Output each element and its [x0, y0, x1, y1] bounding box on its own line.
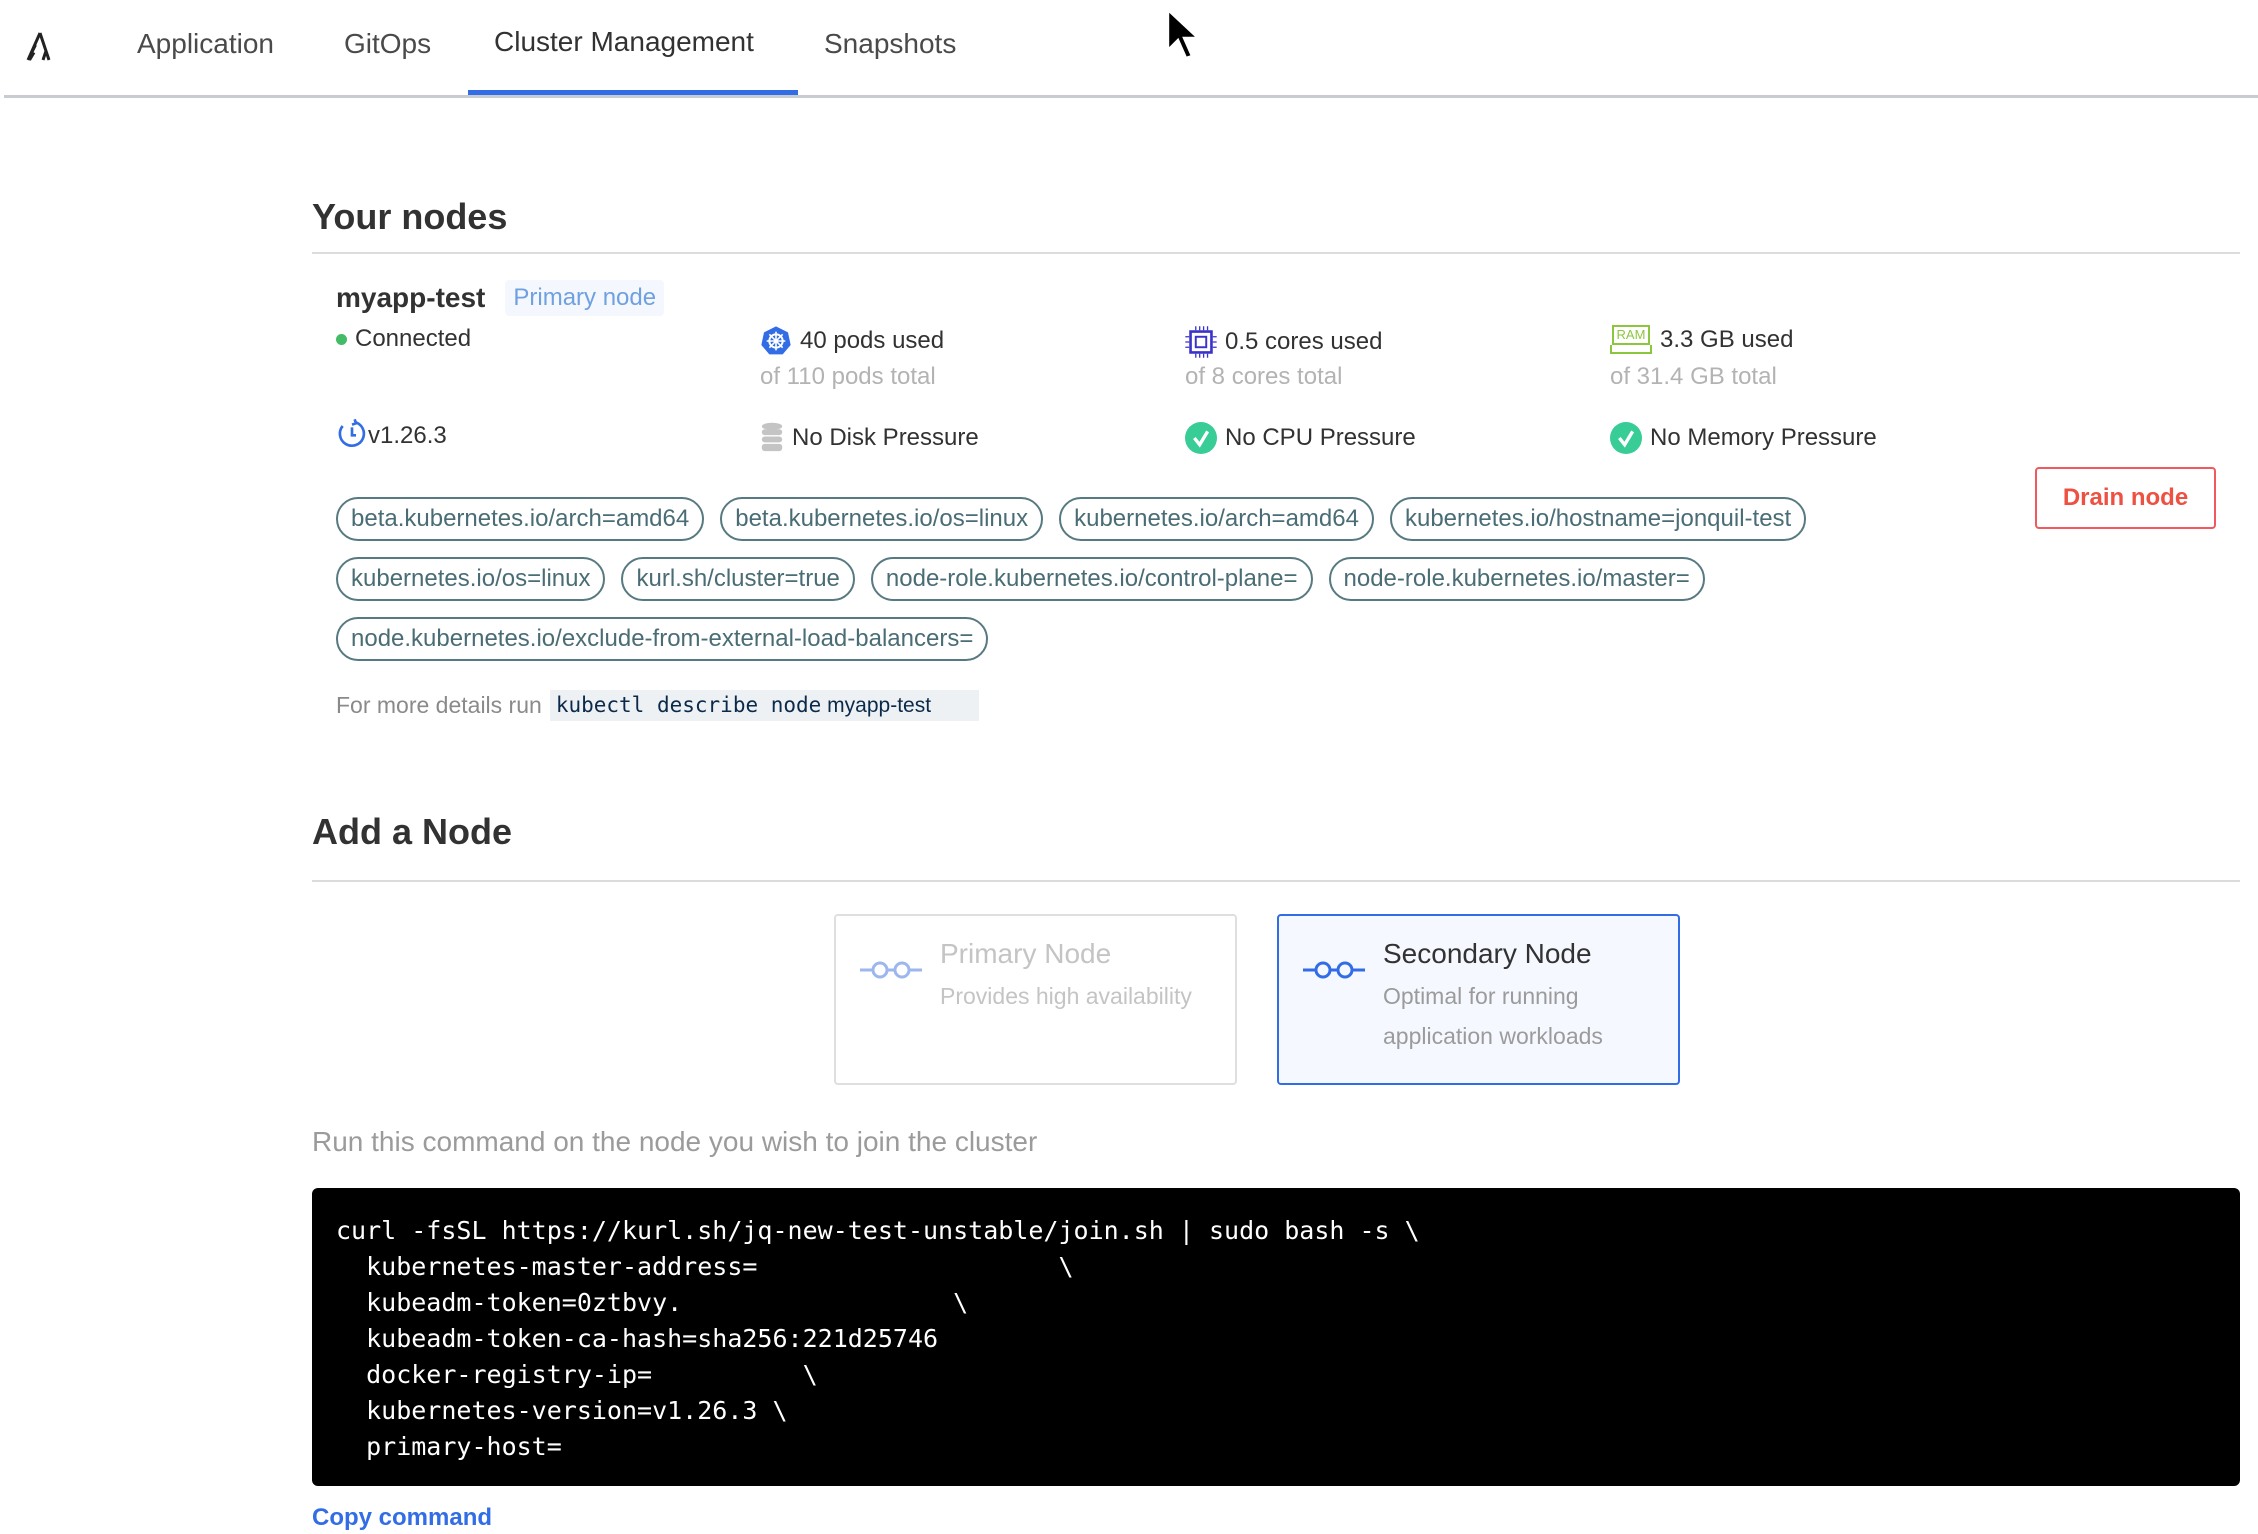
drain-node-button[interactable]: Drain node — [2035, 467, 2216, 529]
ram-icon: RAM — [1610, 325, 1652, 354]
primary-node-desc: Provides high availability — [940, 983, 1192, 1009]
pods-total: of 110 pods total — [760, 363, 936, 390]
memory-used: 3.3 GB used — [1660, 325, 1794, 353]
tab-gitops[interactable]: GitOps — [344, 28, 431, 60]
secondary-node-option[interactable]: Secondary Node Optimal for running appli… — [1277, 914, 1680, 1085]
kubernetes-icon — [761, 326, 791, 355]
check-circle-icon — [1185, 422, 1217, 454]
disk-pressure: No Disk Pressure — [792, 424, 979, 451]
divider — [312, 880, 2240, 882]
details-prefix: For more details run — [336, 692, 542, 718]
primary-node-option[interactable]: Primary Node Provides high availability — [834, 914, 1237, 1085]
tab-cluster-management[interactable]: Cluster Management — [494, 26, 754, 58]
join-command: curl -fsSL https://kurl.sh/jq-new-test-u… — [312, 1188, 2240, 1486]
memory-total: of 31.4 GB total — [1610, 363, 1777, 390]
node-label-tag: kubernetes.io/hostname=jonquil-test — [1389, 497, 1807, 541]
connected-status-dot — [336, 333, 347, 345]
secondary-node-desc: Optimal for running application workload… — [1383, 983, 1603, 1049]
pods-used: 40 pods used — [800, 327, 945, 354]
active-tab-indicator — [468, 90, 798, 95]
primary-node-badge: Primary node — [505, 280, 665, 316]
node-labels: beta.kubernetes.io/arch=amd64 beta.kuber… — [336, 497, 1896, 661]
cpu-pressure: No CPU Pressure — [1225, 424, 1416, 451]
node-name: myapp-test — [336, 282, 486, 313]
node-label-tag: kubernetes.io/arch=amd64 — [1059, 497, 1374, 541]
join-instructions: Run this command on the node you wish to… — [312, 1126, 1038, 1157]
kubernetes-version: v1.26.3 — [368, 422, 447, 449]
describe-command: kubectl describe node myapp-test — [549, 690, 980, 721]
memory-pressure: No Memory Pressure — [1650, 424, 1877, 451]
add-node-heading: Add a Node — [312, 811, 513, 852]
mouse-cursor-icon — [1166, 8, 1200, 60]
node-label-tag: node-role.kubernetes.io/control-plane= — [870, 557, 1313, 601]
secondary-node-title: Secondary Node — [1383, 938, 1592, 969]
divider — [312, 252, 2240, 254]
logo-icon[interactable] — [22, 30, 58, 66]
node-link-icon — [1303, 961, 1365, 979]
check-circle-icon — [1610, 422, 1642, 454]
your-nodes-heading: Your nodes — [312, 196, 508, 237]
cpu-icon — [1185, 326, 1217, 358]
node-label-tag: kubernetes.io/os=linux — [336, 557, 606, 601]
node-status: Connected — [355, 325, 472, 352]
node-label-tag: node.kubernetes.io/exclude-from-external… — [336, 617, 989, 661]
primary-node-title: Primary Node — [940, 938, 1112, 969]
node-label-tag: beta.kubernetes.io/os=linux — [720, 497, 1044, 541]
top-nav: Application GitOps Cluster Management Sn… — [4, 0, 2258, 98]
disk-icon — [761, 422, 783, 452]
tab-application[interactable]: Application — [137, 28, 274, 60]
copy-command-link[interactable]: Copy command — [312, 1504, 492, 1532]
tab-snapshots[interactable]: Snapshots — [824, 28, 956, 60]
node-link-icon — [860, 961, 922, 979]
node-label-tag: node-role.kubernetes.io/master= — [1328, 557, 1705, 601]
node-label-tag: kurl.sh/cluster=true — [621, 557, 855, 601]
node-label-tag: beta.kubernetes.io/arch=amd64 — [336, 497, 705, 541]
cores-total: of 8 cores total — [1185, 363, 1343, 390]
version-icon — [338, 418, 366, 447]
cores-used: 0.5 cores used — [1225, 328, 1383, 355]
